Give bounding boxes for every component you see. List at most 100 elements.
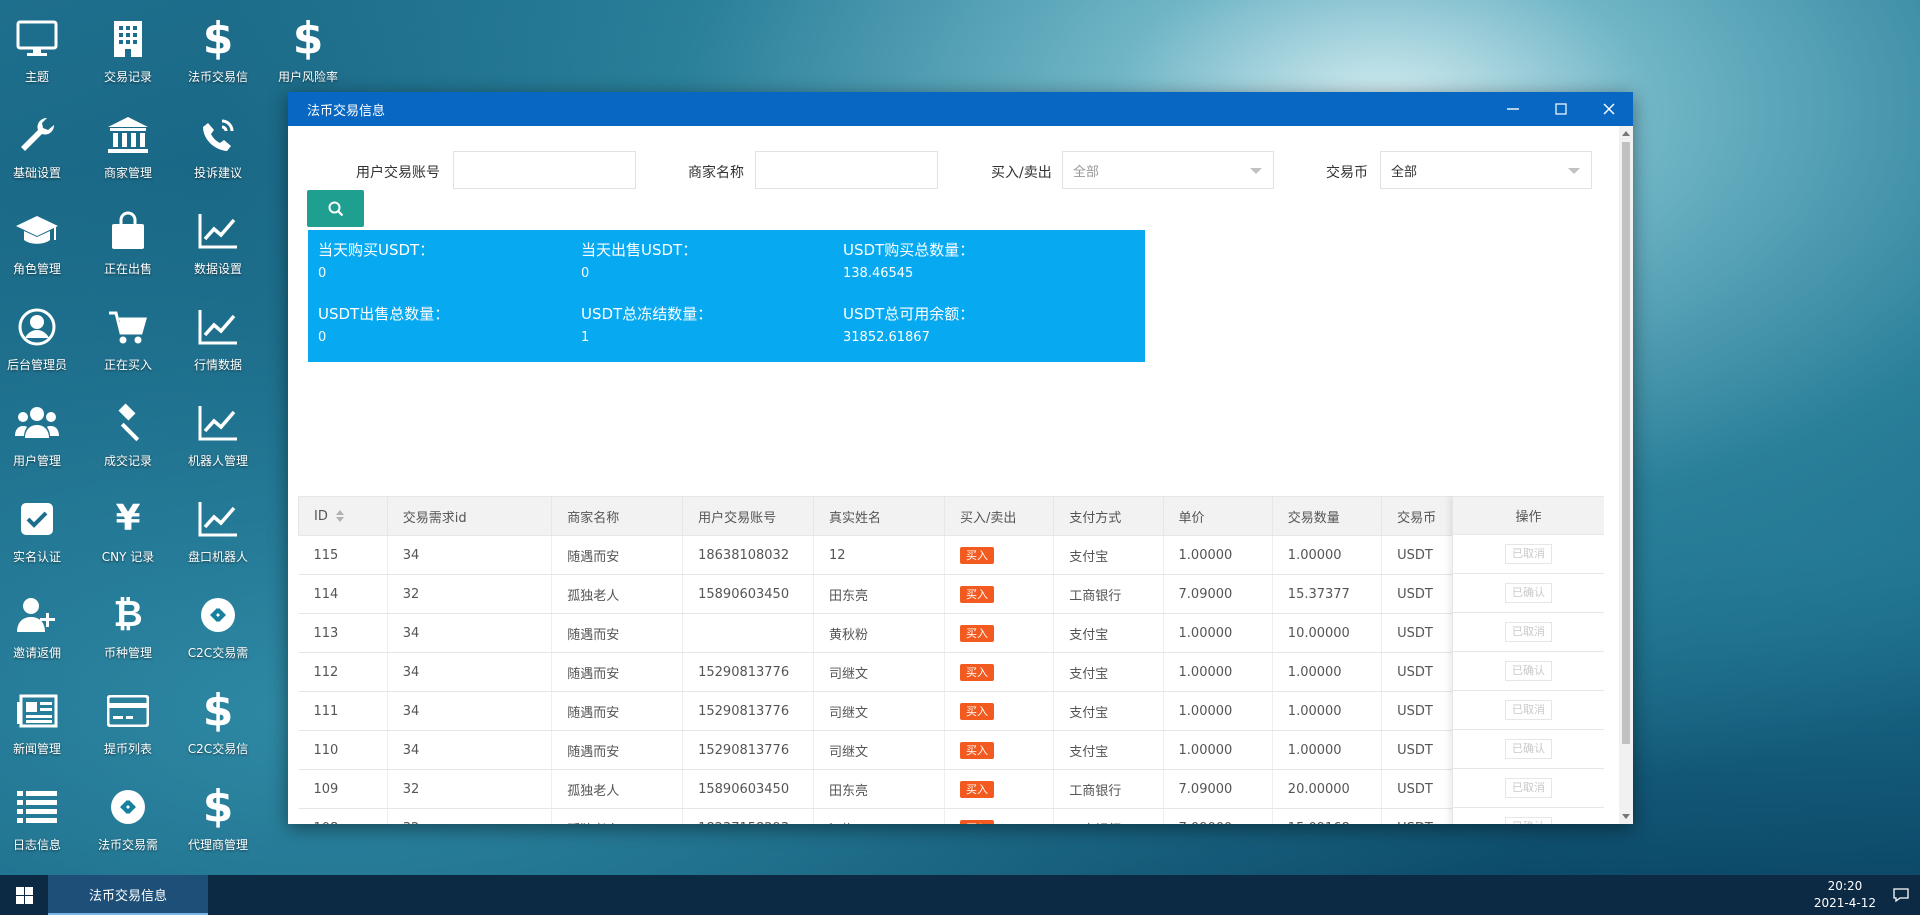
windows-logo-icon <box>15 886 33 904</box>
status-button[interactable]: 已取消 <box>1505 700 1552 720</box>
desktop-icon[interactable]: $ C2C交易信 <box>173 680 263 772</box>
minimize-button[interactable] <box>1489 92 1537 126</box>
desktop-icon[interactable]: 用户管理 <box>0 392 82 484</box>
notification-icon[interactable] <box>1892 886 1910 908</box>
desktop-icon[interactable]: 投诉建议 <box>173 104 263 196</box>
desktop-icon-label: 币种管理 <box>103 646 152 660</box>
close-button[interactable] <box>1585 92 1633 126</box>
cell-id: 114 <box>298 574 388 614</box>
desktop-icon[interactable]: $ 法币交易信 <box>173 8 263 100</box>
desktop-icon[interactable]: 行情数据 <box>173 296 263 388</box>
cell-qty: 1.00000 <box>1271 730 1382 770</box>
desktop-icon[interactable]: 后台管理员 <box>0 296 82 388</box>
cell-account: 15890603450 <box>682 769 814 809</box>
status-button[interactable]: 已取消 <box>1505 622 1552 642</box>
desktop-icon[interactable]: 提币列表 <box>83 680 173 772</box>
table-row[interactable]: 110 34 随遇而安 15290813776 司继文 买入 支付宝 1.00000 1.000… <box>298 730 1604 770</box>
status-button[interactable]: 已取消 <box>1505 778 1552 798</box>
column-header-label: 用户交易账号 <box>698 510 777 526</box>
account-filter-input[interactable] <box>453 151 636 189</box>
start-button[interactable] <box>0 875 48 915</box>
search-button[interactable] <box>307 190 364 227</box>
table-row[interactable]: 11334随遇而安黄秋粉买入支付宝1.0000010.00000USDT10.0… <box>298 613 1604 653</box>
column-header: 交易数量 <box>1271 496 1383 536</box>
cell-id: 115 <box>298 535 388 575</box>
system-clock[interactable]: 20:20 2021-4-12 <box>1814 878 1876 912</box>
desktop-icon[interactable]: 正在买入 <box>83 296 173 388</box>
sort-icon[interactable] <box>335 510 344 522</box>
desktop-icon[interactable]: 交易记录 <box>83 8 173 100</box>
chevron-down-icon <box>1250 168 1262 174</box>
cell-qty: 15.09168 <box>1271 808 1382 824</box>
gavel-icon <box>108 392 148 454</box>
desktop-icon[interactable]: 角色管理 <box>0 200 82 292</box>
stat-title: USDT购买总数量： <box>843 241 975 259</box>
column-header: 单价 <box>1162 496 1273 536</box>
credit-card-icon <box>107 680 149 742</box>
desktop-icon-label: CNY 记录 <box>101 550 155 564</box>
table-row[interactable]: 111 34 随遇而安 15290813776 司继文 买入 支付宝 1.00000 1.000… <box>298 691 1604 731</box>
column-header[interactable]: ID <box>298 496 388 536</box>
cell-req: 32 <box>386 769 552 809</box>
table-row[interactable]: 10832孤独老人18237158293汪梅买入 工商银行7.0900015.09… <box>298 808 1604 824</box>
monitor-icon <box>16 8 58 70</box>
scrollbar-thumb[interactable] <box>1622 142 1630 744</box>
desktop-icon[interactable]: 新闻管理 <box>0 680 82 772</box>
column-header-label: 交易币 <box>1397 510 1437 526</box>
stat-card: USDT购买总数量： 138.46545 <box>833 230 1145 298</box>
desktop-icon[interactable]: $ 代理商管理 <box>173 776 263 868</box>
merchant-filter-input[interactable] <box>755 151 938 189</box>
desktop-icon[interactable]: 实名认证 <box>0 488 82 580</box>
desktop-icon[interactable]: 机器人管理 <box>173 392 263 484</box>
coin-filter-select[interactable]: 全部 <box>1380 151 1592 189</box>
table-row[interactable]: 112 34 随遇而安 15290813776 司继文 买入 支付宝 1.00000 1.000… <box>298 652 1604 692</box>
desktop-icon[interactable]: 邀请返佣 <box>0 584 82 676</box>
cell-account: 15290813776 <box>682 652 814 692</box>
table-row[interactable]: 109 32 孤独老人 15890603450 田东亮 买入 工商银行 7.09000 20.0… <box>298 769 1604 809</box>
desktop-icon[interactable]: ₿ 币种管理 <box>83 584 173 676</box>
desktop-icon-label: 实名认证 <box>12 550 61 564</box>
desktop-icon[interactable]: 盘口机器人 <box>173 488 263 580</box>
desktop-icon-label: 盘口机器人 <box>187 550 248 564</box>
desktop-icon[interactable]: 正在出售 <box>83 200 173 292</box>
buy-badge: 买入 <box>959 819 994 824</box>
desktop-icon[interactable]: 成交记录 <box>83 392 173 484</box>
cell-type: 买入 <box>943 613 1054 653</box>
column-header-label: 交易需求id <box>402 510 467 526</box>
desktop-icon[interactable]: C2C交易需 <box>173 584 263 676</box>
desktop-icon[interactable]: 商家管理 <box>83 104 173 196</box>
desktop-icon[interactable]: ¥ CNY 记录 <box>83 488 173 580</box>
stat-title: 当天购买USDT： <box>318 241 435 259</box>
desktop-icon[interactable]: 主题 <box>0 8 82 100</box>
desktop-icon[interactable]: $ 用户风险率 <box>263 8 353 100</box>
window-titlebar[interactable]: 法币交易信息 <box>288 92 1633 126</box>
table-row[interactable]: 114 32 孤独老人 15890603450 田东亮 买入 工商银行 7.09000 15.3… <box>298 574 1604 614</box>
desktop-icon[interactable]: 基础设置 <box>0 104 82 196</box>
type-filter-select[interactable]: 全部 <box>1062 151 1274 189</box>
status-button[interactable]: 已取消 <box>1505 544 1552 564</box>
op-cell: 已确认 <box>1453 730 1604 769</box>
desktop-icon[interactable]: 日志信息 <box>0 776 82 868</box>
window-content: 用户交易账号 商家名称 买入/卖出 全部 交易币 全部 当天购买USDT： 0 当天… <box>288 126 1619 824</box>
merchant-filter-label: 商家名称 <box>688 165 744 181</box>
status-button[interactable]: 已确认 <box>1505 817 1552 824</box>
cart-icon <box>107 296 149 358</box>
status-button[interactable]: 已确认 <box>1505 661 1552 681</box>
status-button[interactable]: 已确认 <box>1505 739 1552 759</box>
cell-pay: 支付宝 <box>1053 691 1164 731</box>
maximize-button[interactable] <box>1537 92 1585 126</box>
scroll-down-icon[interactable] <box>1622 814 1630 819</box>
vertical-scrollbar[interactable] <box>1619 126 1633 824</box>
scroll-up-icon[interactable] <box>1622 131 1630 136</box>
taskbar-item-fiat-trade[interactable]: 法币交易信息 <box>48 875 208 915</box>
cell-name: 司继文 <box>813 730 945 770</box>
desktop-icon[interactable]: 数据设置 <box>173 200 263 292</box>
cell-pay: 支付宝 <box>1053 730 1164 770</box>
desktop-icon[interactable]: 法币交易需 <box>83 776 173 868</box>
table-row[interactable]: 115 34 随遇而安 18638108032 12 买入 支付宝 1.00000 1.0000… <box>298 535 1604 575</box>
status-button[interactable]: 已确认 <box>1505 583 1552 603</box>
cell-pay: 支付宝 <box>1053 535 1164 575</box>
exchange-icon <box>110 776 146 838</box>
cell-id: 109 <box>298 769 388 809</box>
stat-card: USDT总可用余额： 31852.61867 <box>833 294 1145 362</box>
